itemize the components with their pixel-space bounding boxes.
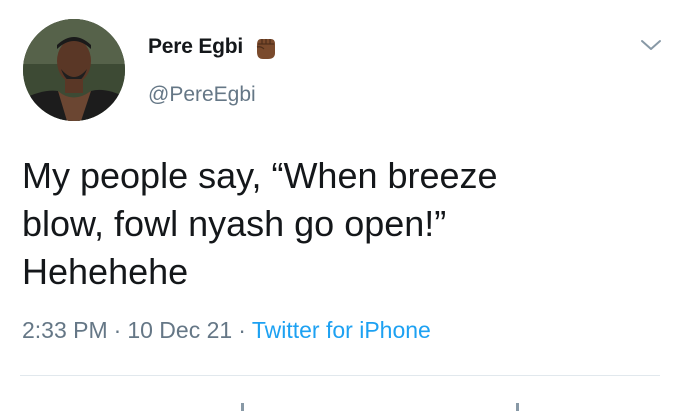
- raised-fist-icon: [251, 33, 279, 61]
- tweet-source-link[interactable]: Twitter for iPhone: [252, 317, 431, 343]
- tweet-text-line: My people say, “When breeze: [22, 155, 498, 196]
- tweet-time[interactable]: 2:33 PM: [22, 317, 108, 343]
- meta-separator: ·: [238, 317, 246, 343]
- tweet-text-line: blow, fowl nyash go open!”: [22, 203, 447, 244]
- action-bar-partial: [0, 398, 681, 411]
- meta-separator: ·: [113, 317, 122, 343]
- profile-photo-icon: [23, 19, 125, 121]
- tweet-text: My people say, “When breeze blow, fowl n…: [22, 152, 652, 296]
- divider: [20, 375, 660, 376]
- user-handle[interactable]: @PereEgbi: [148, 83, 256, 107]
- author-name-row[interactable]: Pere Egbi: [148, 31, 279, 63]
- chevron-down-icon[interactable]: [640, 38, 662, 52]
- tweet-date[interactable]: 10 Dec 21: [127, 317, 232, 343]
- avatar[interactable]: [23, 19, 125, 121]
- tweet-meta: 2:33 PM · 10 Dec 21 · Twitter for iPhone: [22, 317, 431, 344]
- tweet-text-line: Hehehehe: [22, 251, 189, 292]
- display-name[interactable]: Pere Egbi: [148, 35, 243, 59]
